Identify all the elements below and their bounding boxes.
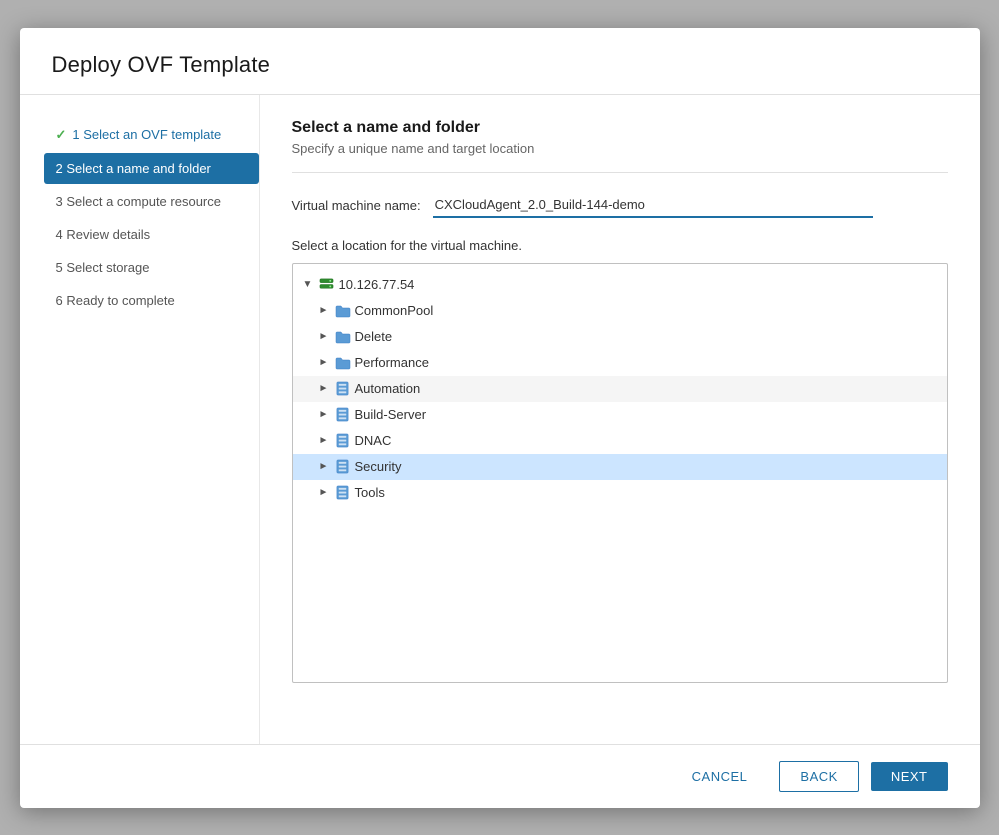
buildserver-chevron-icon: ►	[317, 408, 331, 422]
security-chevron-icon: ►	[317, 460, 331, 474]
delete-chevron-icon: ►	[317, 330, 331, 344]
vm-name-label: Virtual machine name:	[292, 198, 421, 213]
sidebar-item-step4[interactable]: 4 Review details	[44, 219, 259, 250]
sidebar-step5-label: 5 Select storage	[56, 260, 150, 275]
sidebar-step2-label: 2 Select a name and folder	[56, 161, 211, 176]
sidebar: ✓ 1 Select an OVF template 2 Select a na…	[20, 95, 260, 744]
tree-item-dnac[interactable]: ► DNAC	[293, 428, 947, 454]
sidebar-item-step2[interactable]: 2 Select a name and folder	[44, 153, 259, 184]
root-server-icon	[319, 277, 335, 293]
tools-label: Tools	[355, 485, 385, 500]
deploy-ovf-dialog: Deploy OVF Template ✓ 1 Select an OVF te…	[20, 28, 980, 808]
tree-root-label: 10.126.77.54	[339, 277, 415, 292]
buildserver-label: Build-Server	[355, 407, 427, 422]
sidebar-item-step5[interactable]: 5 Select storage	[44, 252, 259, 283]
tree-item-tools[interactable]: ► Tools	[293, 480, 947, 506]
security-dc-icon	[335, 459, 351, 475]
section-divider	[292, 172, 948, 173]
tools-chevron-icon: ►	[317, 486, 331, 500]
tree-item-buildserver[interactable]: ► Build-Server	[293, 402, 947, 428]
sidebar-step1-label: 1 Select an OVF template	[72, 127, 221, 142]
automation-label: Automation	[355, 381, 421, 396]
tree-item-automation[interactable]: ► Automation	[293, 376, 947, 402]
sidebar-step4-label: 4 Review details	[56, 227, 151, 242]
back-button[interactable]: BACK	[779, 761, 858, 792]
dialog-footer: CANCEL BACK NEXT	[20, 744, 980, 808]
automation-chevron-icon: ►	[317, 382, 331, 396]
location-label: Select a location for the virtual machin…	[292, 238, 948, 253]
tree-item-performance[interactable]: ► Performance	[293, 350, 947, 376]
performance-folder-icon	[335, 355, 351, 371]
tools-dc-icon	[335, 485, 351, 501]
sidebar-item-step3[interactable]: 3 Select a compute resource	[44, 186, 259, 217]
automation-dc-icon	[335, 381, 351, 397]
performance-chevron-icon: ►	[317, 356, 331, 370]
buildserver-dc-icon	[335, 407, 351, 423]
dnac-chevron-icon: ►	[317, 434, 331, 448]
dialog-body: ✓ 1 Select an OVF template 2 Select a na…	[20, 95, 980, 744]
sidebar-step3-label: 3 Select a compute resource	[56, 194, 221, 209]
dialog-header: Deploy OVF Template	[20, 28, 980, 95]
main-content: Select a name and folder Specify a uniqu…	[260, 95, 980, 744]
dnac-dc-icon	[335, 433, 351, 449]
dnac-label: DNAC	[355, 433, 392, 448]
section-subtitle: Specify a unique name and target locatio…	[292, 141, 948, 156]
dialog-title: Deploy OVF Template	[52, 52, 948, 78]
sidebar-step6-label: 6 Ready to complete	[56, 293, 175, 308]
tree-container[interactable]: ▼ 10.126.77.54 ►	[292, 263, 948, 683]
security-label: Security	[355, 459, 402, 474]
sidebar-item-step6[interactable]: 6 Ready to complete	[44, 285, 259, 316]
vm-name-input[interactable]	[433, 193, 873, 218]
vm-name-row: Virtual machine name:	[292, 193, 948, 218]
tree-item-security[interactable]: ► Security	[293, 454, 947, 480]
commonpool-folder-icon	[335, 303, 351, 319]
next-button[interactable]: NEXT	[871, 762, 948, 791]
performance-label: Performance	[355, 355, 429, 370]
commonpool-chevron-icon: ►	[317, 304, 331, 318]
delete-folder-icon	[335, 329, 351, 345]
cancel-button[interactable]: CANCEL	[672, 762, 768, 791]
tree-item-commonpool[interactable]: ► CommonPool	[293, 298, 947, 324]
section-title: Select a name and folder	[292, 119, 948, 137]
delete-label: Delete	[355, 329, 393, 344]
sidebar-item-step1[interactable]: ✓ 1 Select an OVF template	[44, 119, 259, 151]
checkmark-icon: ✓	[56, 127, 67, 143]
root-chevron-icon: ▼	[301, 278, 315, 292]
commonpool-label: CommonPool	[355, 303, 434, 318]
tree-root-row[interactable]: ▼ 10.126.77.54	[293, 272, 947, 298]
tree-item-delete[interactable]: ► Delete	[293, 324, 947, 350]
